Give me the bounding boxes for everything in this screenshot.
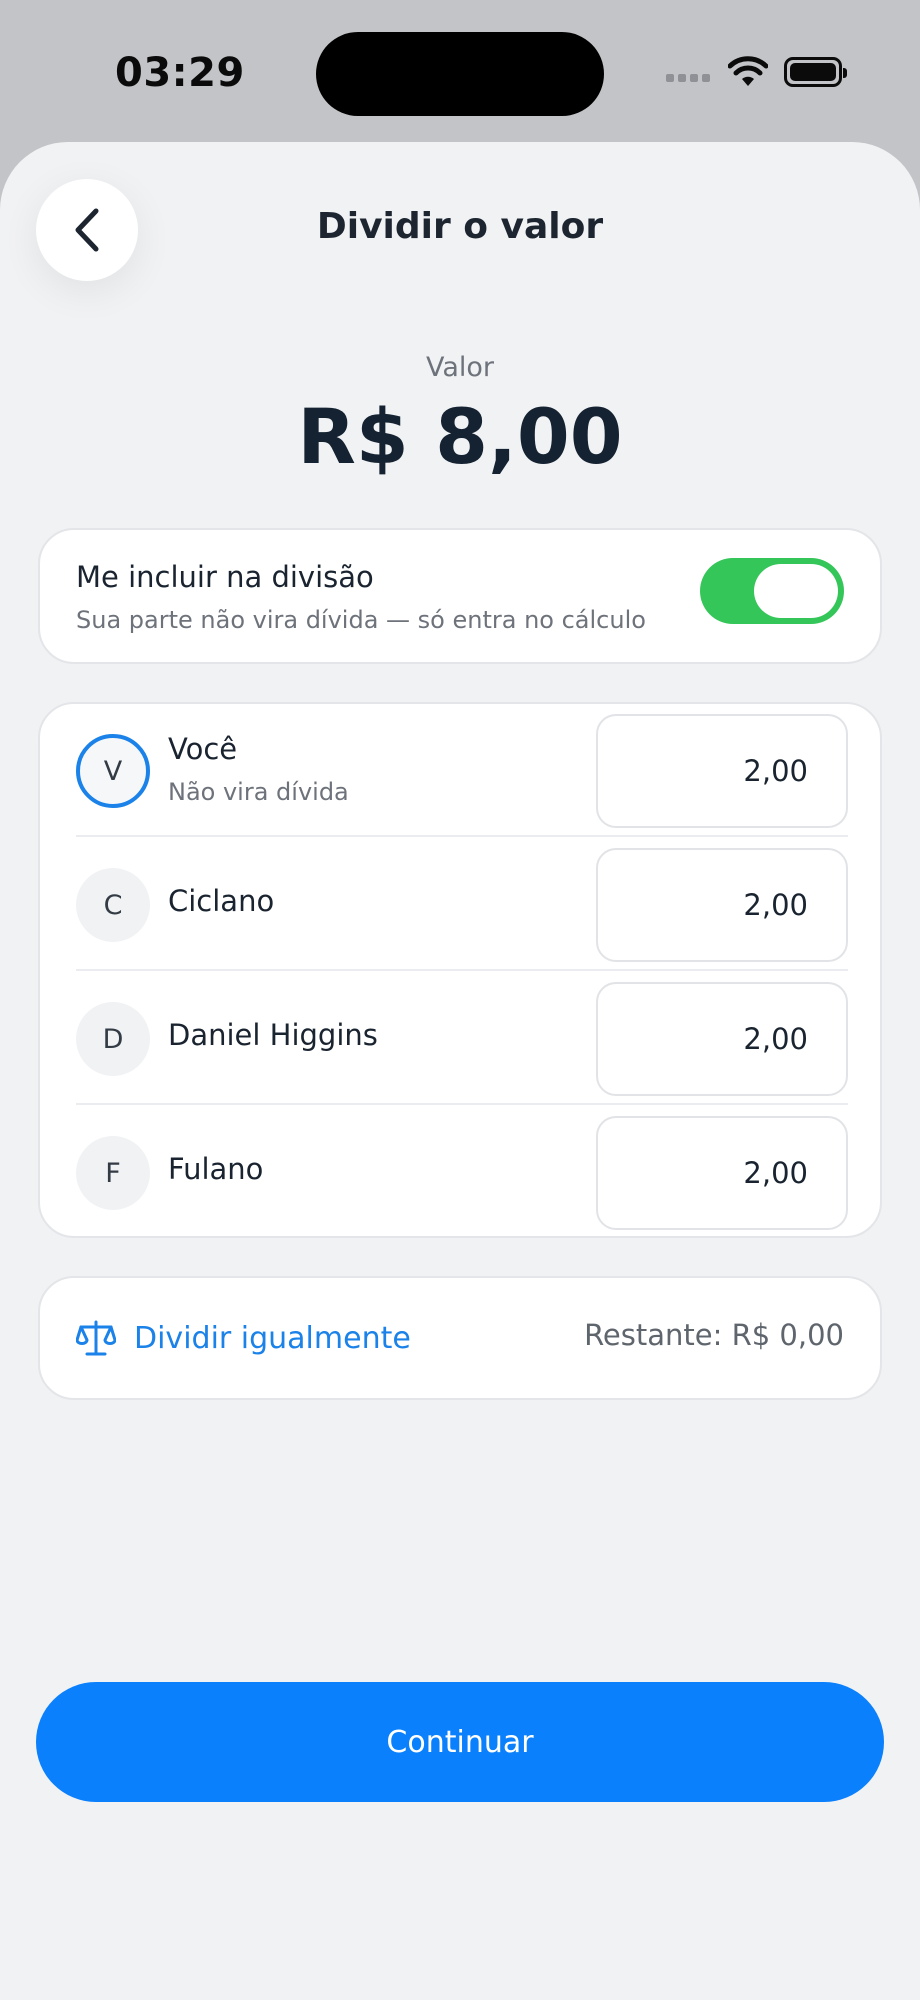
participants-card: V Você Não vira dívida C Ciclano D Danie… xyxy=(38,702,882,1238)
avatar: C xyxy=(76,868,150,942)
include-me-subtitle: Sua parte não vira dívida — só entra no … xyxy=(76,606,646,634)
split-equally-button[interactable]: Dividir igualmente xyxy=(76,1278,411,1398)
status-time: 03:29 xyxy=(115,50,245,96)
participant-name: Você xyxy=(168,732,238,766)
page-title: Dividir o valor xyxy=(316,206,604,247)
cellular-signal-icon xyxy=(666,74,710,82)
participant-row: D Daniel Higgins xyxy=(76,972,848,1105)
participant-amount-input[interactable] xyxy=(596,1116,848,1230)
status-icons xyxy=(666,56,847,88)
remaining-amount: Restante: R$ 0,00 xyxy=(584,1318,844,1352)
status-bar: 03:29 xyxy=(0,0,920,145)
include-me-toggle[interactable] xyxy=(700,558,844,624)
battery-icon xyxy=(784,57,847,87)
participant-amount-input[interactable] xyxy=(596,848,848,962)
split-equally-card: Dividir igualmente Restante: R$ 0,00 xyxy=(38,1276,882,1400)
participant-name: Ciclano xyxy=(168,884,275,918)
amount-value: R$ 8,00 xyxy=(297,392,623,481)
scale-icon xyxy=(76,1320,116,1356)
include-me-title: Me incluir na divisão xyxy=(76,560,374,594)
continue-button[interactable]: Continuar xyxy=(36,1682,884,1802)
participant-amount-input[interactable] xyxy=(596,714,848,828)
participant-name: Fulano xyxy=(168,1152,264,1186)
split-equally-label: Dividir igualmente xyxy=(134,1320,411,1356)
participant-subtitle: Não vira dívida xyxy=(168,778,349,806)
avatar: F xyxy=(76,1136,150,1210)
avatar: D xyxy=(76,1002,150,1076)
amount-label: Valor xyxy=(425,352,495,383)
toggle-knob xyxy=(754,564,838,618)
wifi-icon xyxy=(728,56,768,86)
participant-row: C Ciclano xyxy=(76,838,848,971)
include-me-card: Me incluir na divisão Sua parte não vira… xyxy=(38,528,882,664)
participant-name: Daniel Higgins xyxy=(168,1018,378,1052)
dynamic-island xyxy=(316,32,604,116)
participant-row: V Você Não vira dívida xyxy=(76,704,848,837)
split-sheet: Dividir o valor Valor R$ 8,00 Me incluir… xyxy=(0,142,920,2000)
participant-row: F Fulano xyxy=(76,1106,848,1239)
avatar: V xyxy=(76,734,150,808)
participant-amount-input[interactable] xyxy=(596,982,848,1096)
